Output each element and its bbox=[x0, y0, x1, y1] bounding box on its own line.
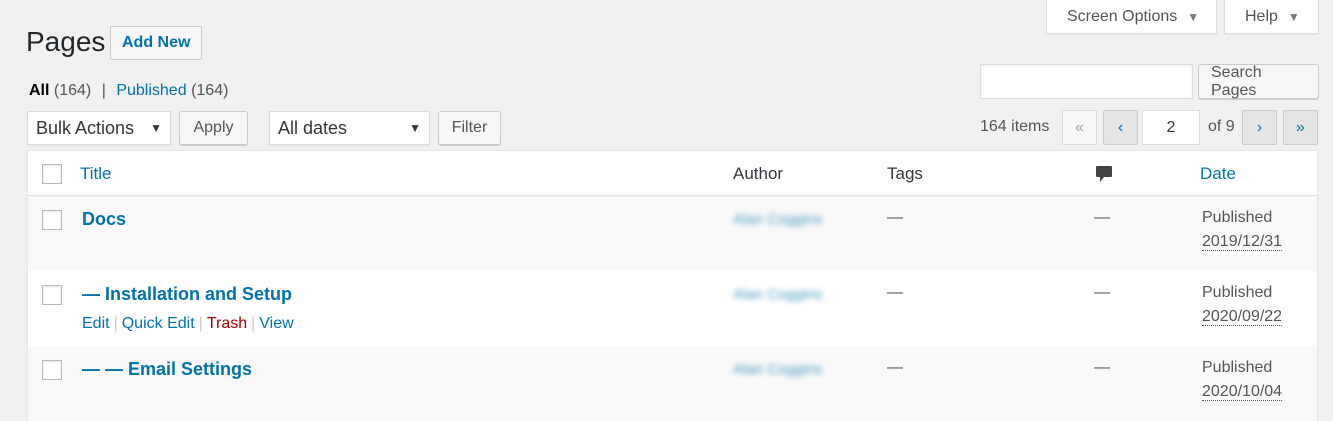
date-cell: Published 2019/12/31 bbox=[1202, 206, 1283, 254]
items-count: 164 items bbox=[980, 118, 1050, 135]
screen-options-label: Screen Options bbox=[1067, 7, 1178, 25]
date-value: 2020/09/22 bbox=[1202, 308, 1283, 326]
trash-link[interactable]: Trash bbox=[207, 315, 247, 332]
caret-down-icon: ▼ bbox=[1187, 9, 1200, 24]
chevron-down-icon: ▼ bbox=[150, 121, 162, 135]
screen-options-button[interactable]: Screen Options ▼ bbox=[1046, 0, 1217, 34]
action-separator: | bbox=[113, 315, 118, 332]
author-link[interactable]: Alan Coggins bbox=[733, 211, 822, 228]
caret-down-icon: ▼ bbox=[1287, 9, 1300, 24]
tags-cell: — bbox=[887, 359, 903, 376]
table-header: Title Author Tags Date bbox=[28, 151, 1317, 196]
filter-all-count: (164) bbox=[53, 82, 92, 99]
comment-bubble-icon[interactable] bbox=[1095, 165, 1113, 185]
filter-separator: | bbox=[101, 82, 106, 99]
comments-cell: — bbox=[1094, 209, 1110, 226]
bulk-actions-select[interactable]: Bulk Actions ▼ bbox=[27, 111, 171, 145]
author-link[interactable]: Alan Coggins bbox=[733, 361, 822, 378]
date-status: Published bbox=[1202, 284, 1273, 301]
comments-cell: — bbox=[1094, 284, 1110, 301]
total-pages-label: of 9 bbox=[1208, 118, 1235, 135]
page-title-link[interactable]: Docs bbox=[82, 209, 126, 230]
row-actions: Edit | Quick Edit | Trash | View bbox=[82, 315, 294, 333]
next-page-button[interactable]: › bbox=[1242, 110, 1277, 145]
add-new-button[interactable]: Add New bbox=[110, 26, 203, 60]
tags-cell: — bbox=[887, 209, 903, 226]
chevron-down-icon: ▼ bbox=[409, 121, 421, 135]
date-status: Published bbox=[1202, 209, 1273, 226]
filter-all-link[interactable]: All bbox=[29, 82, 49, 99]
status-filter-links: All (164) | Published (164) bbox=[29, 82, 228, 100]
help-label: Help bbox=[1245, 7, 1278, 25]
last-page-button[interactable]: » bbox=[1283, 110, 1318, 145]
column-title-header[interactable]: Title bbox=[80, 164, 112, 184]
view-link[interactable]: View bbox=[259, 315, 293, 332]
filter-published-link[interactable]: Published bbox=[116, 82, 186, 99]
column-date-header[interactable]: Date bbox=[1200, 164, 1236, 184]
row-checkbox[interactable] bbox=[42, 360, 62, 380]
date-cell: Published 2020/09/22 bbox=[1202, 281, 1283, 329]
prev-page-button[interactable]: ‹ bbox=[1103, 110, 1138, 145]
page-title-link[interactable]: — — Email Settings bbox=[82, 359, 252, 380]
column-tags-header: Tags bbox=[887, 164, 923, 183]
select-all-checkbox[interactable] bbox=[42, 164, 62, 184]
row-checkbox[interactable] bbox=[42, 210, 62, 230]
filter-published-count: (164) bbox=[191, 82, 229, 99]
action-separator: | bbox=[198, 315, 203, 332]
tags-cell: — bbox=[887, 284, 903, 301]
date-value: 2020/10/04 bbox=[1202, 383, 1283, 401]
date-status: Published bbox=[1202, 359, 1273, 376]
dates-select[interactable]: All dates ▼ bbox=[269, 111, 430, 145]
bulk-actions-value: Bulk Actions bbox=[36, 117, 135, 138]
search-pages-button[interactable]: Search Pages bbox=[1198, 64, 1319, 99]
dates-value: All dates bbox=[278, 117, 348, 138]
column-author-header: Author bbox=[733, 164, 784, 183]
table-row: — Installation and Setup Edit | Quick Edit… bbox=[28, 271, 1317, 346]
table-row: Docs Alan Coggins — — Published 2019/12/… bbox=[28, 196, 1317, 271]
comments-cell: — bbox=[1094, 359, 1110, 376]
row-checkbox[interactable] bbox=[42, 285, 62, 305]
quick-edit-link[interactable]: Quick Edit bbox=[122, 315, 195, 332]
action-separator: | bbox=[251, 315, 256, 332]
current-page-input[interactable]: 2 bbox=[1142, 110, 1200, 145]
search-input[interactable] bbox=[980, 64, 1193, 99]
first-page-button: « bbox=[1062, 110, 1097, 145]
table-row: — — Email Settings Alan Coggins — — Publ… bbox=[28, 346, 1317, 421]
page-title-link[interactable]: — Installation and Setup bbox=[82, 284, 292, 305]
author-link[interactable]: Alan Coggins bbox=[733, 286, 822, 303]
date-value: 2019/12/31 bbox=[1202, 233, 1283, 251]
filter-button[interactable]: Filter bbox=[438, 111, 501, 145]
pages-table: Title Author Tags Date Docs Alan Coggins… bbox=[27, 150, 1318, 421]
date-cell: Published 2020/10/04 bbox=[1202, 356, 1283, 404]
help-button[interactable]: Help ▼ bbox=[1224, 0, 1319, 34]
apply-button[interactable]: Apply bbox=[179, 111, 248, 145]
edit-link[interactable]: Edit bbox=[82, 315, 110, 332]
page-title: Pages bbox=[26, 26, 106, 57]
